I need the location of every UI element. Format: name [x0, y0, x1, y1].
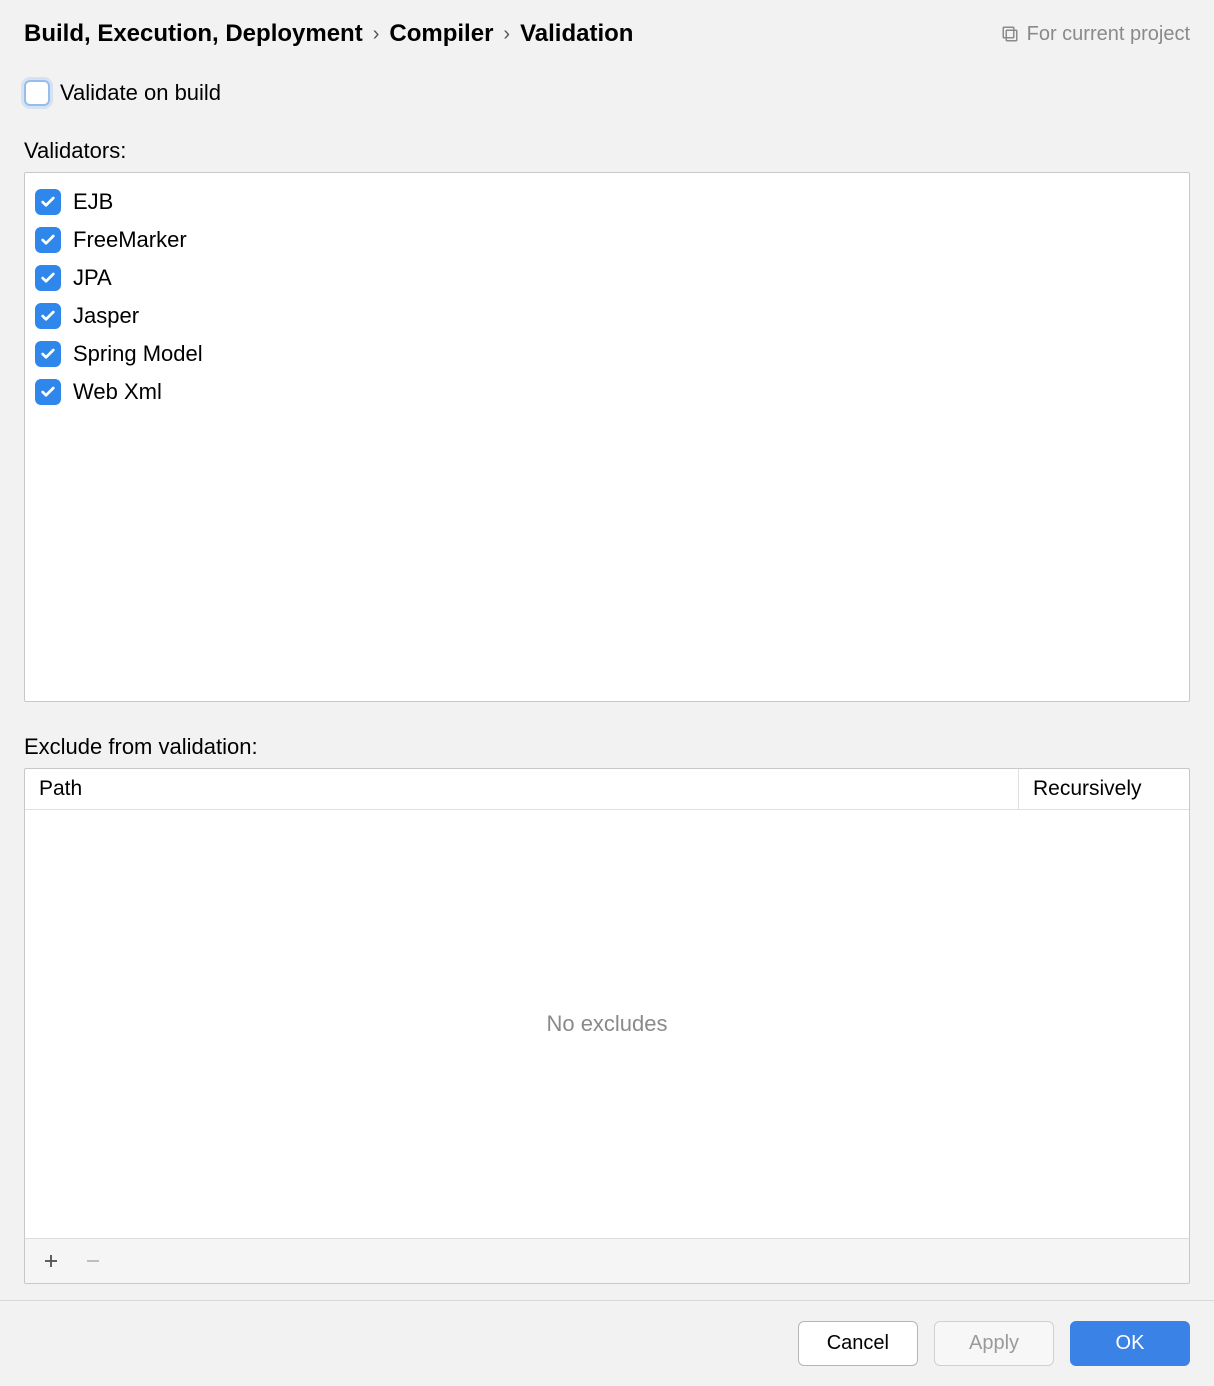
- list-item[interactable]: FreeMarker: [33, 221, 1181, 259]
- breadcrumb-item: Validation: [520, 20, 633, 48]
- chevron-right-icon: ›: [503, 23, 510, 46]
- project-scope-icon: [1001, 25, 1019, 43]
- validate-on-build-label: Validate on build: [60, 80, 221, 106]
- validator-label: Jasper: [73, 303, 139, 329]
- ok-button[interactable]: OK: [1070, 1321, 1190, 1366]
- list-item[interactable]: Jasper: [33, 297, 1181, 335]
- table-header: Path Recursively: [25, 769, 1189, 810]
- table-column-path[interactable]: Path: [25, 769, 1019, 809]
- chevron-right-icon: ›: [373, 23, 380, 46]
- list-item[interactable]: EJB: [33, 183, 1181, 221]
- list-item[interactable]: JPA: [33, 259, 1181, 297]
- validators-list: EJB FreeMarker JPA Jasper Spring Model W…: [24, 172, 1190, 702]
- validator-checkbox-web-xml[interactable]: [35, 379, 61, 405]
- cancel-button[interactable]: Cancel: [798, 1321, 918, 1366]
- exclude-toolbar: [24, 1238, 1190, 1284]
- validators-section-label: Validators:: [24, 138, 1190, 164]
- table-column-recursively[interactable]: Recursively: [1019, 769, 1189, 809]
- validator-checkbox-jasper[interactable]: [35, 303, 61, 329]
- breadcrumb: Build, Execution, Deployment › Compiler …: [24, 20, 633, 48]
- validator-label: JPA: [73, 265, 112, 291]
- validator-label: Web Xml: [73, 379, 162, 405]
- validator-checkbox-freemarker[interactable]: [35, 227, 61, 253]
- breadcrumb-item[interactable]: Compiler: [389, 20, 493, 48]
- remove-button[interactable]: [81, 1249, 105, 1273]
- validator-checkbox-jpa[interactable]: [35, 265, 61, 291]
- list-item[interactable]: Spring Model: [33, 335, 1181, 373]
- exclude-section-label: Exclude from validation:: [24, 734, 1190, 760]
- add-button[interactable]: [39, 1249, 63, 1273]
- breadcrumb-item[interactable]: Build, Execution, Deployment: [24, 20, 363, 48]
- minus-icon: [84, 1252, 102, 1270]
- validator-checkbox-spring-model[interactable]: [35, 341, 61, 367]
- dialog-footer: Cancel Apply OK: [0, 1300, 1214, 1386]
- validator-label: EJB: [73, 189, 113, 215]
- validator-checkbox-ejb[interactable]: [35, 189, 61, 215]
- empty-placeholder: No excludes: [546, 1011, 667, 1037]
- validator-label: FreeMarker: [73, 227, 187, 253]
- apply-button[interactable]: Apply: [934, 1321, 1054, 1366]
- exclude-table: Path Recursively No excludes: [24, 768, 1190, 1238]
- table-body: No excludes: [25, 810, 1189, 1238]
- plus-icon: [42, 1252, 60, 1270]
- validator-label: Spring Model: [73, 341, 203, 367]
- scope-indicator: For current project: [1001, 23, 1190, 46]
- validate-on-build-checkbox[interactable]: [24, 80, 50, 106]
- list-item[interactable]: Web Xml: [33, 373, 1181, 411]
- scope-label-text: For current project: [1027, 23, 1190, 46]
